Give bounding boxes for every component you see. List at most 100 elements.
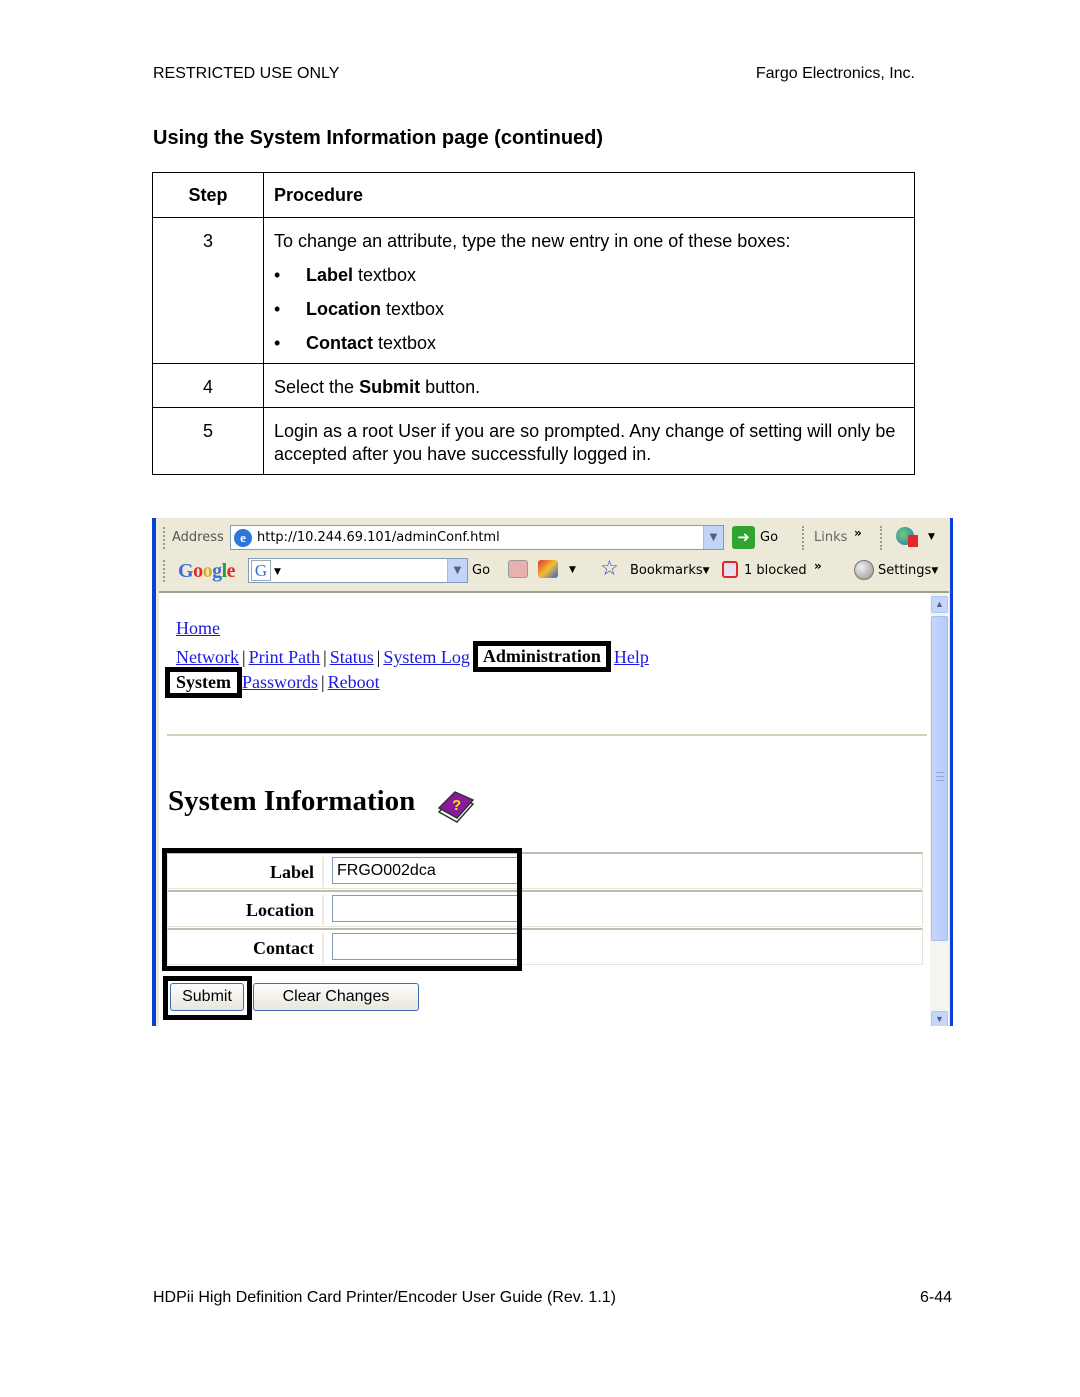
google-toolbar: Google G ▼ ▼ Go ▼ ☆ Bookmarks▼ 1 blocked… xyxy=(156,554,950,587)
page-header-left: RESTRICTED USE ONLY xyxy=(153,65,340,82)
procedure-text: Select the Submit button. xyxy=(263,363,915,408)
toolbar-grip[interactable] xyxy=(163,527,166,549)
table-row: 5 Login as a root User if you are so pro… xyxy=(152,407,915,475)
settings-button[interactable]: Settings▼ xyxy=(878,563,938,578)
popup-icon[interactable] xyxy=(538,560,558,578)
subnav-link-passwords[interactable]: Passwords xyxy=(242,672,318,692)
bookmarks-star-icon[interactable]: ☆ xyxy=(600,556,619,580)
go-arrow-icon[interactable]: ➜ xyxy=(732,526,755,549)
location-input[interactable] xyxy=(332,895,519,922)
blocked-count[interactable]: 1 blocked xyxy=(744,563,807,578)
ie-page-icon: e xyxy=(234,529,252,547)
bullet-list: Label textbox Location textbox Contact t… xyxy=(274,264,904,355)
scroll-up-icon[interactable]: ▲ xyxy=(931,596,948,613)
table-row: 3 To change an attribute, type the new e… xyxy=(152,217,915,364)
scrollbar-thumb[interactable] xyxy=(931,616,948,941)
form-row-label: Label xyxy=(167,852,923,889)
text-post: button. xyxy=(420,377,481,397)
submit-button[interactable]: Submit xyxy=(170,983,244,1011)
page-header-right: Fargo Electronics, Inc. xyxy=(755,65,915,82)
address-input[interactable]: e http://10.244.69.101/adminConf.html ▼ xyxy=(230,525,724,550)
bookmarks-label: Bookmarks xyxy=(630,563,703,578)
dropdown-arrow-icon: ▼ xyxy=(931,566,939,576)
field-label: Location xyxy=(174,895,324,925)
popup-blocker-icon[interactable] xyxy=(722,561,738,578)
nav-link-home[interactable]: Home xyxy=(176,618,220,638)
nav-link-system-log[interactable]: System Log xyxy=(383,647,470,667)
bullet-rest: textbox xyxy=(381,299,445,319)
address-dropdown-chevron-icon[interactable]: ▼ xyxy=(703,526,723,549)
address-bar: Address e http://10.244.69.101/adminConf… xyxy=(156,521,950,554)
nav-link-help[interactable]: Help xyxy=(614,647,649,667)
procedure-table: Step Procedure 3 To change an attribute,… xyxy=(152,172,915,475)
dropdown-arrow-icon[interactable]: ▼ xyxy=(569,565,576,575)
pdf-badge-icon xyxy=(908,535,918,547)
bullet-item: Label textbox xyxy=(274,264,904,287)
header-procedure: Procedure xyxy=(263,172,915,218)
contact-input[interactable] xyxy=(332,933,519,960)
more-chevron-icon[interactable]: » xyxy=(814,559,822,573)
nav-home-row: Home xyxy=(176,618,220,639)
settings-icon[interactable] xyxy=(854,560,874,580)
nav-separator: | xyxy=(321,672,325,692)
step-number: 4 xyxy=(152,363,264,408)
bullet-bold: Location xyxy=(306,299,381,319)
text-pre: Select the xyxy=(274,377,360,397)
text-bold: Submit xyxy=(359,377,421,397)
address-label: Address xyxy=(172,530,224,545)
scroll-grip-icon xyxy=(936,772,944,781)
step-number: 5 xyxy=(152,407,264,475)
bookmarks-button[interactable]: Bookmarks▼ xyxy=(630,563,710,578)
dropdown-arrow-icon[interactable]: ▼ xyxy=(274,567,281,577)
procedure-text: Login as a root User if you are so promp… xyxy=(263,407,915,475)
vertical-scrollbar[interactable]: ▲ ▼ xyxy=(930,593,949,1026)
form-row-contact: Contact xyxy=(167,928,923,965)
nav-separator: | xyxy=(376,647,381,667)
bullet-bold: Contact xyxy=(306,333,373,353)
subnav-link-reboot[interactable]: Reboot xyxy=(328,672,380,692)
dropdown-arrow-icon[interactable]: ▼ xyxy=(928,532,935,542)
nav-separator: | xyxy=(241,647,246,667)
nav-link-print-path[interactable]: Print Path xyxy=(249,647,321,667)
settings-label: Settings xyxy=(878,563,932,578)
news-icon[interactable] xyxy=(508,560,528,578)
procedure-intro: To change an attribute, type the new ent… xyxy=(274,231,791,251)
label-input[interactable] xyxy=(332,857,519,884)
google-search-input[interactable]: G ▼ ▼ xyxy=(248,558,468,583)
google-go-button[interactable]: Go xyxy=(472,563,490,578)
field-label: Label xyxy=(174,857,324,887)
bullet-rest: textbox xyxy=(353,265,417,285)
toolbar-separator xyxy=(802,526,804,550)
clear-changes-button[interactable]: Clear Changes xyxy=(253,983,419,1011)
bullet-bold: Label xyxy=(306,265,354,285)
form-row-location: Location xyxy=(167,890,923,927)
browser-screenshot: Address e http://10.244.69.101/adminConf… xyxy=(152,518,953,1026)
go-button[interactable]: Go xyxy=(760,530,778,545)
page-footer-left: HDPii High Definition Card Printer/Encod… xyxy=(153,1289,616,1306)
links-button[interactable]: Links xyxy=(814,530,847,545)
toolbar-grip[interactable] xyxy=(163,560,166,582)
nav-separator: | xyxy=(323,647,327,667)
header-step: Step xyxy=(152,172,264,218)
search-dropdown-chevron-icon[interactable]: ▼ xyxy=(447,559,467,582)
section-title: Using the System Information page (conti… xyxy=(153,127,604,149)
toolbar-separator xyxy=(880,526,882,550)
subnav-active-system[interactable]: System xyxy=(165,667,242,698)
dropdown-arrow-icon: ▼ xyxy=(702,566,710,576)
help-book-icon[interactable]: ? xyxy=(435,788,475,826)
procedure-text: To change an attribute, type the new ent… xyxy=(263,217,915,364)
google-g-icon[interactable]: G xyxy=(251,560,271,581)
nav-active-administration[interactable]: Administration xyxy=(472,641,611,672)
google-logo[interactable]: Google xyxy=(178,560,236,583)
nav-link-network[interactable]: Network xyxy=(176,647,239,667)
page-viewport: Home Network | Print Path | Status | System Lo… xyxy=(159,591,949,1026)
links-chevron-icon[interactable]: » xyxy=(854,526,862,540)
bullet-item: Location textbox xyxy=(274,298,904,321)
table-row: 4 Select the Submit button. xyxy=(152,363,915,408)
page-number: 6-44 xyxy=(919,1289,952,1306)
field-label: Contact xyxy=(174,933,324,963)
bullet-item: Contact textbox xyxy=(274,332,904,355)
page-title: System Information xyxy=(168,785,416,817)
scroll-down-icon[interactable]: ▼ xyxy=(931,1011,948,1026)
nav-link-status[interactable]: Status xyxy=(330,647,374,667)
